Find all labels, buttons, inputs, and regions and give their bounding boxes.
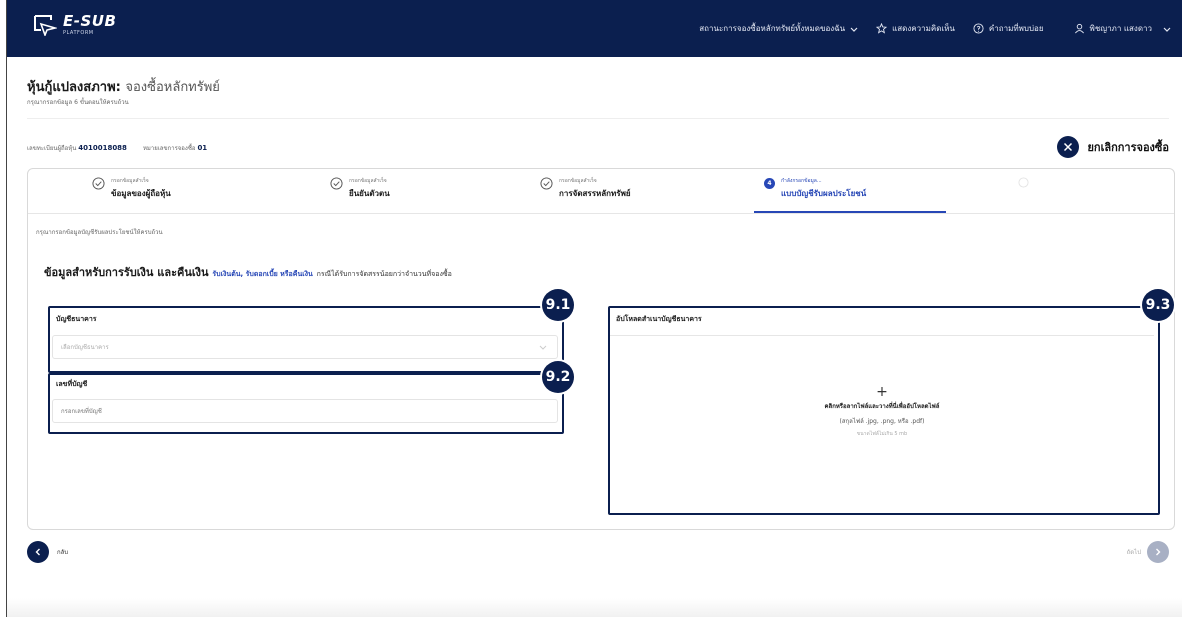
account-number-input[interactable]: [52, 399, 558, 423]
section-title-rest: กรณีได้รับการจัดสรรน้อยกว่าจำนวนที่จองซื…: [316, 270, 452, 278]
brand-name: E-SUB: [63, 12, 117, 30]
status-dropdown[interactable]: สถานะการจองซื้อหลักทรัพย์ทั้งหมดของฉัน: [699, 22, 858, 35]
user-name: พิชญาภา แสงดาว: [1089, 24, 1152, 33]
step-2-status: กรอกข้อมูลสำเร็จ: [349, 178, 387, 184]
active-step-indicator: [754, 211, 946, 213]
bank-account-placeholder: เลือกบัญชีธนาคาร: [61, 344, 109, 351]
order-label: หมายเลขการจองซื้อ: [142, 145, 196, 152]
marker-9-3: 9.3: [1142, 289, 1174, 321]
check-circle-icon: [330, 177, 343, 190]
marker-9-1: 9.1: [542, 289, 574, 321]
check-circle-icon: [92, 177, 105, 190]
bank-account-select[interactable]: เลือกบัญชีธนาคาร: [52, 335, 558, 359]
brand-tagline: PLATFORM: [63, 30, 94, 36]
close-icon: [1057, 136, 1080, 158]
step-5-icon: [1018, 177, 1029, 188]
step-3-label: การจัดสรรหลักทรัพย์: [559, 189, 631, 198]
holder-info: เลขทะเบียนผู้ถือหุ้น 4010018088: [27, 143, 127, 153]
step-1[interactable]: กรอกข้อมูลสำเร็จ ข้อมูลของผู้ถือหุ้น: [92, 177, 171, 200]
step-2-label: ยืนยันตัวตน: [349, 189, 390, 198]
bank-account-label: บัญชีธนาคาร: [56, 315, 97, 323]
page-subtitle: กรุณากรอกข้อมูล 6 ขั้นตอนให้ครบถ้วน: [27, 99, 129, 106]
page-title-sub: จองซื้อหลักทรัพย์: [125, 80, 220, 95]
divider: [27, 118, 1169, 119]
brand-logo[interactable]: E-SUB PLATFORM: [33, 14, 116, 36]
upload-file-types: (สกุลไฟล์ .jpg, .png, หรือ .pdf): [839, 418, 925, 425]
page-title-main: หุ้นกู้แปลงสภาพ:: [27, 80, 121, 95]
help-label: คำถามที่พบบ่อย: [988, 24, 1044, 33]
step-4-number: 4: [764, 178, 775, 189]
help-link[interactable]: คำถามที่พบบ่อย: [973, 22, 1044, 35]
step-1-status: กรอกข้อมูลสำเร็จ: [111, 178, 149, 184]
stepper: กรอกข้อมูลสำเร็จ ข้อมูลของผู้ถือหุ้น กรอ…: [28, 169, 1174, 214]
cancel-subscription-button[interactable]: ยกเลิกการจองซื้อ: [1057, 136, 1169, 158]
bottom-shade: [7, 598, 1182, 617]
logo-mark-icon: [34, 15, 57, 36]
step-4-label: แบบบัญชีรับผลประโยชน์: [781, 189, 867, 198]
upload-dropzone[interactable]: + คลิกหรือลากไฟล์และวางที่นี่เพื่ออัปโหล…: [610, 385, 1154, 438]
section-title-highlight: รับเงินต้น, รับดอกเบี้ย หรือคืนเงิน: [212, 270, 313, 278]
card-hint: กรุณากรอกข้อมูลบัญชีรับผลประโยชน์ให้ครบถ…: [36, 229, 163, 236]
account-number-label: เลขที่บัญชี: [56, 380, 88, 388]
top-navbar: E-SUB PLATFORM สถานะการจองซื้อหลักทรัพย์…: [7, 0, 1182, 57]
step-2[interactable]: กรอกข้อมูลสำเร็จ ยืนยันตัวตน: [330, 177, 390, 200]
check-circle-icon: [540, 177, 553, 190]
chevron-right-icon: [1147, 541, 1169, 563]
upload-divider: [610, 335, 1154, 336]
chevron-down-icon: [539, 345, 547, 350]
form-card: กรอกข้อมูลสำเร็จ ข้อมูลของผู้ถือหุ้น กรอ…: [27, 168, 1175, 530]
status-link-label: สถานะการจองซื้อหลักทรัพย์ทั้งหมดของฉัน: [699, 24, 846, 33]
feedback-link[interactable]: แสดงความคิดเห็น: [876, 22, 955, 35]
next-button[interactable]: ถัดไป: [1127, 541, 1169, 563]
marker-9-2: 9.2: [542, 361, 574, 393]
chevron-down-icon: [1163, 27, 1171, 32]
user-icon: [1074, 23, 1084, 34]
upload-size-limit: ขนาดไฟล์ไม่เกิน 5 mb: [856, 431, 908, 437]
step-4-status: กำลังกรอกข้อมูล...: [781, 178, 822, 184]
section-title: ข้อมูลสำหรับการรับเงิน และคืนเงิน รับเงิ…: [44, 263, 452, 281]
back-button[interactable]: กลับ: [27, 541, 68, 563]
section-title-main: ข้อมูลสำหรับการรับเงิน และคืนเงิน: [44, 266, 209, 279]
cancel-label: ยกเลิกการจองซื้อ: [1087, 141, 1169, 154]
step-1-label: ข้อมูลของผู้ถือหุ้น: [111, 189, 171, 198]
star-icon: [876, 23, 888, 34]
chevron-left-icon: [27, 541, 49, 563]
step-3-status: กรอกข้อมูลสำเร็จ: [559, 178, 597, 184]
upload-instruction: คลิกหรือลากไฟล์และวางที่นี่เพื่ออัปโหลดไ…: [824, 403, 940, 410]
order-value: 01: [197, 144, 208, 152]
help-circle-icon: [973, 23, 984, 34]
next-label: ถัดไป: [1126, 549, 1141, 556]
step-5: [1018, 177, 1035, 188]
step-4[interactable]: 4 กำลังกรอกข้อมูล... แบบบัญชีรับผลประโยช…: [764, 177, 866, 200]
back-label: กลับ: [57, 549, 69, 556]
plus-icon: +: [876, 384, 888, 400]
order-info: หมายเลขการจองซื้อ 01: [143, 143, 207, 153]
page-title: หุ้นกู้แปลงสภาพ: จองซื้อหลักทรัพย์: [27, 76, 220, 97]
holder-value: 4010018088: [78, 144, 127, 152]
account-info: เลขทะเบียนผู้ถือหุ้น 4010018088 หมายเลขก…: [27, 143, 207, 153]
step-3[interactable]: กรอกข้อมูลสำเร็จ การจัดสรรหลักทรัพย์: [540, 177, 631, 200]
user-menu[interactable]: พิชญาภา แสงดาว: [1074, 22, 1171, 35]
chevron-down-icon: [850, 27, 858, 32]
feedback-label: แสดงความคิดเห็น: [892, 24, 955, 33]
holder-label: เลขทะเบียนผู้ถือหุ้น: [27, 145, 77, 152]
app-frame: E-SUB PLATFORM สถานะการจองซื้อหลักทรัพย์…: [6, 0, 1182, 617]
upload-label: อัปโหลดสำเนาบัญชีธนาคาร: [616, 315, 702, 323]
